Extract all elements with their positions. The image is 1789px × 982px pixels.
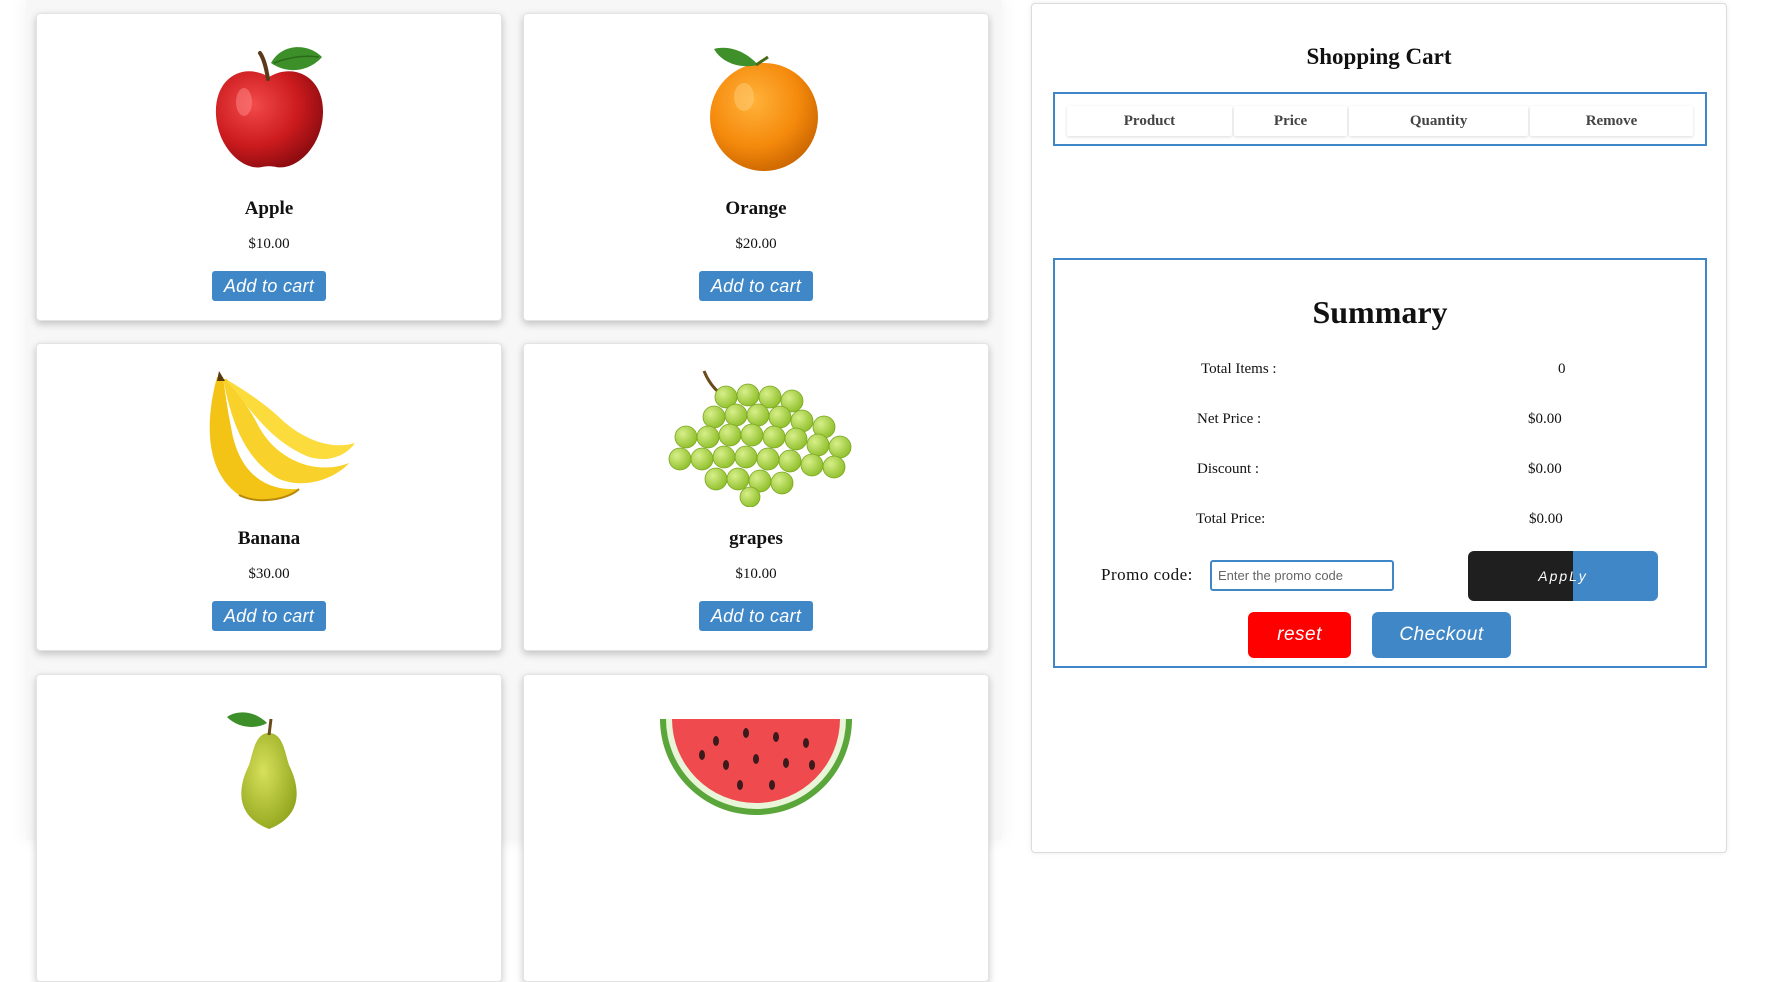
product-price: $10.00 bbox=[248, 236, 290, 252]
product-card-orange: Orange $20.00 Add to cart bbox=[523, 13, 989, 321]
shopping-cart-panel: Shopping Cart Product Price Quantity Rem… bbox=[1031, 3, 1727, 853]
summary-box: Summary Total Items : 0 Net Price : $0.0… bbox=[1053, 258, 1707, 668]
product-card-watermelon bbox=[523, 674, 989, 982]
total-items-label: Total Items : bbox=[1201, 361, 1277, 377]
promo-code-label: Promo code: bbox=[1101, 565, 1193, 584]
grapes-icon bbox=[524, 362, 988, 512]
product-price: $20.00 bbox=[735, 236, 777, 252]
product-name: Banana bbox=[237, 528, 301, 549]
total-price-value: $0.00 bbox=[1529, 511, 1563, 527]
product-card-banana: Banana $30.00 Add to cart bbox=[36, 343, 502, 651]
product-card-grapes: grapes $10.00 Add to cart bbox=[523, 343, 989, 651]
checkout-button[interactable]: Checkout bbox=[1372, 612, 1511, 658]
cart-title: Shopping Cart bbox=[1306, 44, 1452, 69]
product-price: $10.00 bbox=[735, 566, 777, 582]
net-price-value: $0.00 bbox=[1528, 411, 1562, 427]
discount-value: $0.00 bbox=[1528, 461, 1562, 477]
product-card-apple: Apple $10.00 Add to cart bbox=[36, 13, 502, 321]
product-name: Orange bbox=[725, 198, 787, 219]
cart-table: Product Price Quantity Remove bbox=[1053, 92, 1707, 146]
column-header-price: Price bbox=[1233, 106, 1348, 136]
apply-button[interactable]: AppLy bbox=[1468, 551, 1658, 601]
total-items-value: 0 bbox=[1558, 361, 1566, 377]
add-to-cart-button[interactable]: Add to cart bbox=[212, 271, 326, 301]
discount-label: Discount : bbox=[1197, 461, 1260, 477]
add-to-cart-button[interactable]: Add to cart bbox=[699, 601, 813, 631]
watermelon-icon bbox=[524, 715, 988, 825]
apple-icon bbox=[37, 32, 501, 182]
add-to-cart-button[interactable]: Add to cart bbox=[212, 601, 326, 631]
banana-icon bbox=[37, 362, 501, 512]
summary-title: Summary bbox=[1312, 294, 1448, 330]
product-price: $30.00 bbox=[248, 566, 290, 582]
product-grid: Apple $10.00 Add to cart Orange $20.00 A… bbox=[26, 0, 1002, 982]
total-price-label: Total Price: bbox=[1196, 511, 1266, 527]
column-header-quantity: Quantity bbox=[1349, 106, 1529, 136]
product-name: Apple bbox=[244, 198, 294, 219]
net-price-label: Net Price : bbox=[1197, 411, 1262, 427]
promo-code-input[interactable] bbox=[1210, 560, 1394, 591]
cart-table-header: Product Price Quantity Remove bbox=[1067, 106, 1693, 136]
product-card-pear bbox=[36, 674, 502, 982]
column-header-product: Product bbox=[1067, 106, 1232, 136]
product-name: grapes bbox=[729, 528, 783, 549]
add-to-cart-button[interactable]: Add to cart bbox=[699, 271, 813, 301]
pear-icon bbox=[37, 695, 501, 845]
reset-button[interactable]: reset bbox=[1248, 612, 1351, 658]
orange-icon bbox=[524, 32, 988, 182]
column-header-remove: Remove bbox=[1530, 106, 1693, 136]
